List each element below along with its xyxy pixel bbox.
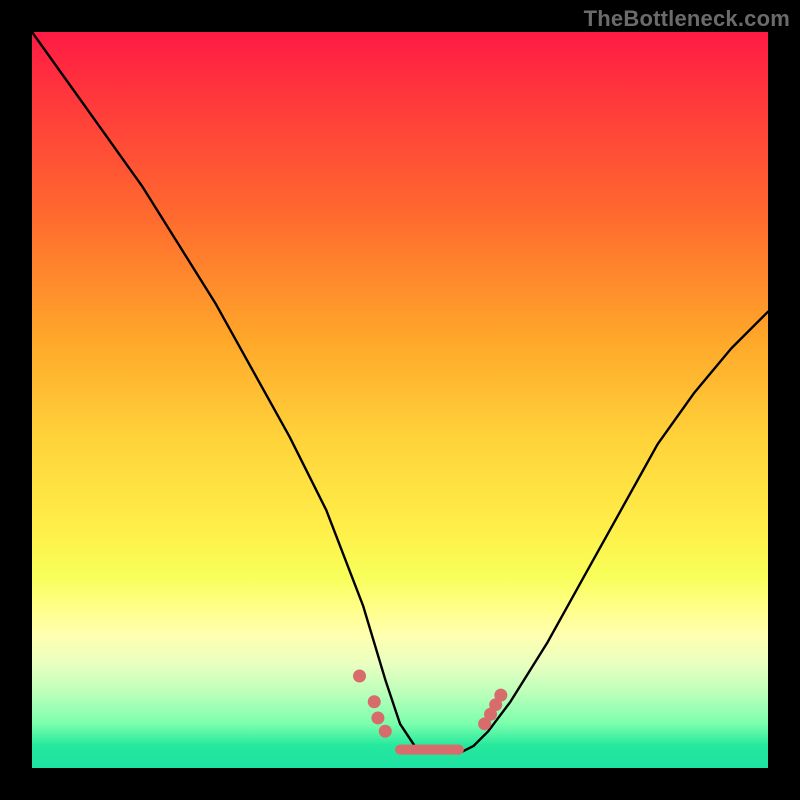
curve-marker-dot <box>379 725 392 738</box>
bottleneck-curve <box>32 32 768 753</box>
curve-marker-dot <box>494 689 507 702</box>
curve-svg <box>32 32 768 768</box>
curve-markers <box>353 670 507 738</box>
curve-marker-dot <box>353 670 366 683</box>
watermark-text: TheBottleneck.com <box>584 6 790 32</box>
curve-marker-dot <box>368 695 381 708</box>
plot-area <box>32 32 768 768</box>
chart-frame: TheBottleneck.com <box>0 0 800 800</box>
curve-marker-dot <box>371 711 384 724</box>
